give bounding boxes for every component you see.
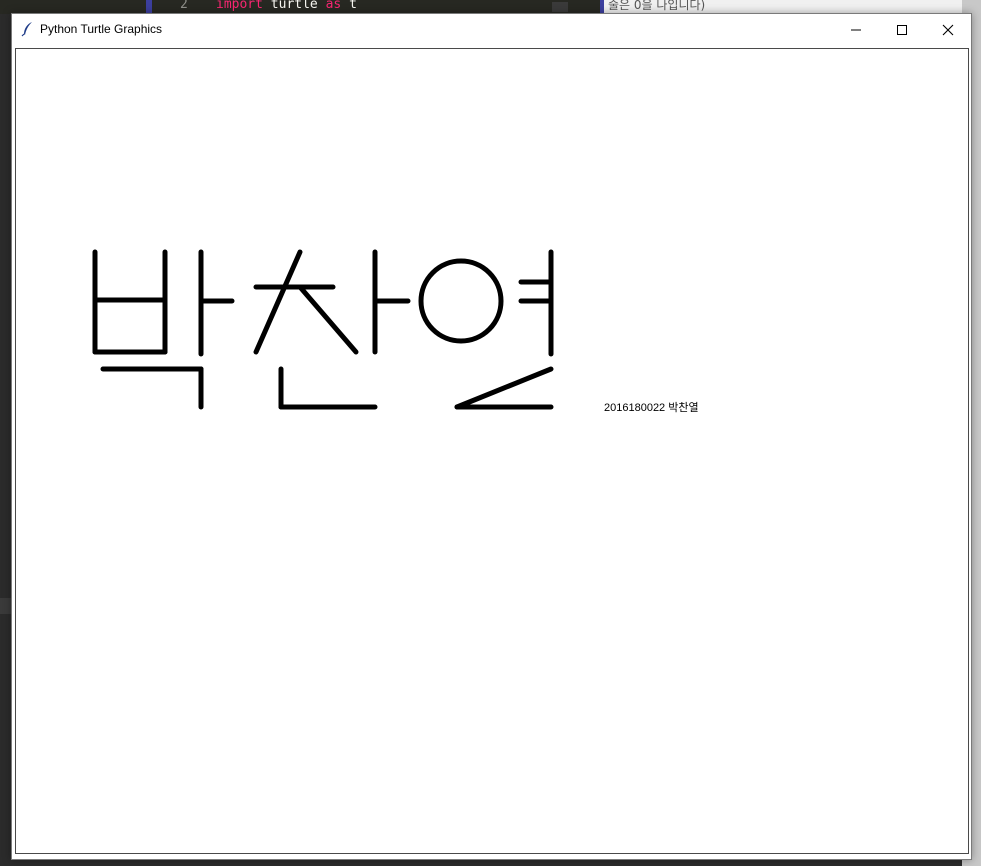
- code-keyword: import: [216, 0, 263, 12]
- minimize-icon: [851, 29, 861, 30]
- turtle-canvas[interactable]: 2016180022 박찬열: [15, 48, 969, 854]
- syllable-chan-strokes: [253, 249, 411, 410]
- close-button[interactable]: [925, 14, 971, 45]
- maximize-icon: [897, 24, 907, 35]
- background-editor: 2 import turtle as t: [0, 0, 600, 14]
- code-module: turtle: [270, 0, 318, 12]
- window-title: Python Turtle Graphics: [40, 22, 163, 36]
- background-panel-text: 줄은 0을 나입니다): [608, 0, 706, 12]
- editor-gutter-marker: [146, 0, 152, 14]
- syllable-bak-strokes: [92, 249, 235, 410]
- canvas-caption: 2016180022 박찬열: [604, 402, 699, 414]
- background-panel: 줄은 0을 나입니다): [600, 0, 966, 14]
- close-icon: [942, 24, 954, 35]
- editor-minimap-thumb: [552, 2, 568, 12]
- editor-line-number: 2: [180, 0, 188, 12]
- title-bar[interactable]: Python Turtle Graphics: [12, 14, 971, 45]
- turtle-window: Python Turtle Graphics 2016180022 박찬열: [11, 13, 972, 860]
- syllable-yeol-strokes: [418, 249, 554, 410]
- turtle-drawing: [92, 249, 554, 410]
- code-alias: t: [349, 0, 357, 12]
- maximize-button[interactable]: [879, 14, 925, 45]
- code-as-keyword: as: [325, 0, 342, 12]
- editor-code-line: import turtle as t: [216, 0, 357, 12]
- feather-icon: [20, 21, 36, 37]
- minimize-button[interactable]: [833, 14, 879, 45]
